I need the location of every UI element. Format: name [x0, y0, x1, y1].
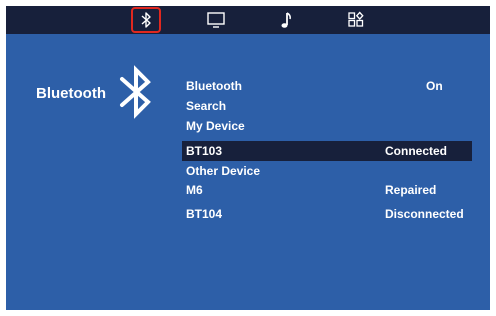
- device-name: BT103: [186, 144, 223, 158]
- monitor-icon: [207, 12, 225, 28]
- my-device-header: My Device: [186, 119, 245, 133]
- tv-settings-screen: Bluetooth Bluetooth On Search My Device …: [6, 6, 490, 310]
- device-row-m6[interactable]: M6 Repaired: [182, 180, 472, 200]
- tab-display[interactable]: [202, 8, 230, 32]
- music-note-icon: [281, 12, 291, 28]
- tab-music[interactable]: [272, 8, 300, 32]
- device-status: Disconnected: [385, 207, 464, 221]
- tab-apps[interactable]: [342, 8, 370, 32]
- device-status: Connected: [385, 144, 448, 158]
- device-name: BT104: [186, 207, 223, 221]
- device-row-bt103[interactable]: BT103 Connected: [182, 141, 472, 161]
- search-label: Search: [186, 99, 227, 113]
- top-tab-bar: [6, 6, 490, 34]
- apps-grid-icon: [348, 11, 364, 27]
- bluetooth-icon: [141, 12, 151, 28]
- bluetooth-toggle-row[interactable]: Bluetooth On: [182, 76, 472, 96]
- device-status: Repaired: [385, 183, 437, 197]
- device-row-bt104[interactable]: BT104 Disconnected: [182, 204, 472, 224]
- device-name: M6: [186, 183, 203, 197]
- bluetooth-setting-value: On: [426, 79, 443, 93]
- section-title: Bluetooth: [36, 85, 106, 102]
- tab-bluetooth[interactable]: [131, 7, 161, 33]
- bluetooth-setting-label: Bluetooth: [186, 79, 242, 93]
- bluetooth-large-icon: [120, 65, 151, 119]
- other-device-header: Other Device: [186, 164, 261, 178]
- search-row[interactable]: Search: [182, 96, 472, 116]
